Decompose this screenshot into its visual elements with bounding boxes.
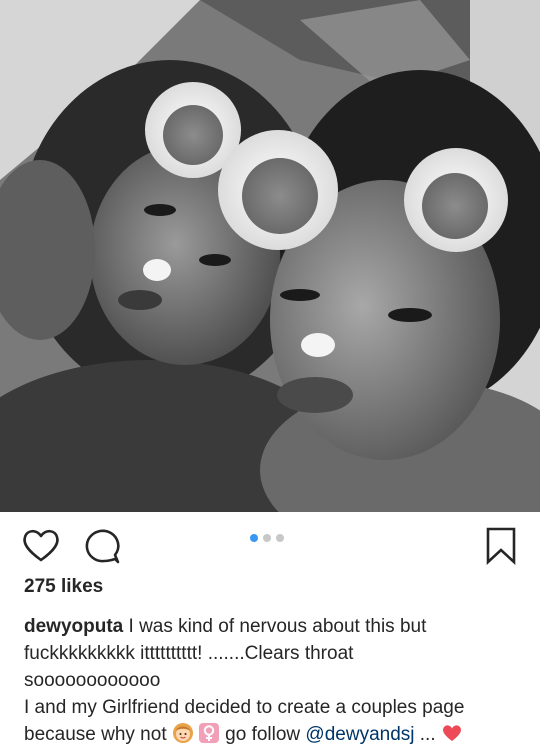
post-action-bar: [0, 512, 540, 574]
caption-ellipsis[interactable]: ...: [415, 724, 441, 745]
caption-mention[interactable]: @dewyandsj: [305, 724, 414, 745]
carousel-dot-2[interactable]: [263, 534, 271, 542]
caption-line-3: soooooooooooo: [24, 670, 161, 691]
comment-bubble-icon: [85, 529, 120, 564]
caption-line-5: because why not go follow @dewyandsj ...: [24, 721, 524, 748]
caption-line-1: dewyoputa I was kind of nervous about th…: [24, 613, 524, 640]
save-button[interactable]: [482, 526, 522, 566]
comment-button[interactable]: [82, 526, 122, 566]
like-button[interactable]: [21, 526, 61, 566]
caption-text-5a: because why not: [24, 724, 172, 745]
woman-emoji: [172, 723, 193, 743]
post-photo[interactable]: [0, 0, 540, 512]
carousel-indicator: [250, 534, 284, 544]
heart-outline-icon: [23, 529, 59, 562]
caption-line-2: fuckkkkkkkkk itttttttttt! .......Clears …: [24, 643, 354, 664]
caption-text-5b: go follow: [219, 724, 306, 745]
female-sign-emoji: [198, 723, 219, 743]
caption-text-1: I was kind of nervous about this but: [123, 616, 427, 637]
post-caption: dewyoputa I was kind of nervous about th…: [24, 613, 524, 748]
caption-line-4: I and my Girlfriend decided to create a …: [24, 697, 465, 718]
bookmark-outline-icon: [486, 527, 516, 565]
likes-count[interactable]: 275 likes: [24, 576, 103, 598]
red-heart-emoji: [442, 725, 461, 741]
caption-username[interactable]: dewyoputa: [24, 616, 123, 637]
carousel-dot-1[interactable]: [250, 534, 258, 542]
carousel-dot-3[interactable]: [276, 534, 284, 542]
post-photo-illustration: [0, 0, 540, 512]
